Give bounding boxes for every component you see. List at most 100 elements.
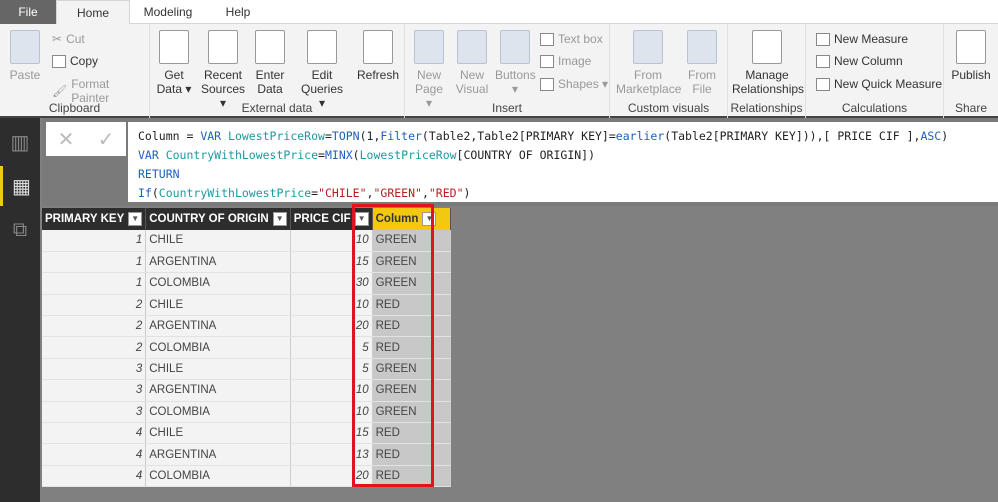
filter-dropdown-icon[interactable]: ▼ [354,212,369,226]
edit-table-icon [307,30,337,64]
cancel-icon[interactable]: ✕ [58,127,75,152]
formula-token: (1, [359,129,381,143]
ribbon: Paste ✂ Cut Copy 🖌 Format Painter Clipboar… [0,24,998,118]
group-label: External data [241,101,313,115]
table-cell[interactable]: COLOMBIA [145,401,291,424]
table-cell[interactable]: CHILE [145,422,291,445]
new-measure-button[interactable]: New Measure [816,32,908,46]
table-cell[interactable]: 2 [42,336,147,359]
tab-help[interactable]: Help [218,0,258,24]
table-cell[interactable]: RED [372,422,451,445]
column-header[interactable]: PRIMARY KEY ▼ [42,208,147,230]
table-cell[interactable]: 1 [42,272,147,295]
new-page-button[interactable]: New Page ▾ [411,30,447,110]
table-row: 4 ARGENTINA 13 RED [42,443,451,466]
table-cell[interactable]: RED [372,443,451,466]
column-header[interactable]: COUNTRY OF ORIGIN ▼ [145,208,291,230]
group-share: Publish Share [944,24,998,118]
table-cell[interactable]: 15 [290,422,373,445]
table-cell[interactable]: 10 [290,379,373,402]
get-data-button[interactable]: Get Data ▾ [156,30,192,96]
table-cell[interactable]: GREEN [372,358,451,381]
table-cell[interactable]: 15 [290,251,373,274]
table-cell[interactable]: GREEN [372,251,451,274]
table-cell[interactable]: GREEN [372,272,451,295]
table-cell[interactable]: 13 [290,443,373,466]
relationships-view-icon[interactable]: ⧉ [0,210,40,250]
table-cell[interactable]: 30 [290,272,373,295]
table-cell[interactable]: 10 [290,230,373,252]
tab-home[interactable]: Home [56,0,130,25]
table-cell[interactable]: RED [372,294,451,317]
buttons-button[interactable]: Buttons ▾ [495,30,536,96]
publish-button[interactable]: Publish [948,30,994,82]
image-button[interactable]: Image [540,54,591,68]
table-cell[interactable]: 5 [290,358,373,381]
table-cell[interactable]: GREEN [372,401,451,424]
group-calculations: New Measure New Column New Quick Measure… [806,24,944,118]
report-view-icon[interactable]: ▥ [0,122,40,162]
filter-dropdown-icon[interactable]: ▼ [272,212,287,226]
table-cell[interactable]: COLOMBIA [145,465,291,488]
commit-icon[interactable]: ✓ [98,127,115,152]
table-cell[interactable]: ARGENTINA [145,251,291,274]
table-cell[interactable]: 3 [42,379,147,402]
recent-sources-button[interactable]: Recent Sources ▾ [200,30,246,110]
table-cell[interactable]: 4 [42,443,147,466]
table-cell[interactable]: 4 [42,465,147,488]
from-file-button[interactable]: From File [684,30,720,96]
tab-modeling[interactable]: Modeling [138,0,198,24]
table-cell[interactable]: COLOMBIA [145,336,291,359]
table-cell[interactable]: GREEN [372,230,451,252]
table-cell[interactable]: RED [372,336,451,359]
table-cell[interactable]: CHILE [145,294,291,317]
formula-token: ) [463,186,471,200]
paste-button[interactable]: Paste [6,30,44,82]
manage-relationships-button[interactable]: Manage Relationships [732,30,804,96]
copy-button[interactable]: Copy [52,54,98,68]
formula-token: CountryWithLowestPrice [165,148,319,162]
new-column-button[interactable]: New Column [816,54,903,68]
enter-data-button[interactable]: Enter Data [252,30,288,96]
table-cell[interactable]: CHILE [145,230,291,252]
table-cell[interactable]: 1 [42,251,147,274]
table-cell[interactable]: CHILE [145,358,291,381]
table-cell[interactable]: COLOMBIA [145,272,291,295]
table-cell[interactable]: 2 [42,294,147,317]
cut-button[interactable]: ✂ Cut [52,32,85,46]
table-cell[interactable]: 10 [290,401,373,424]
table-cell[interactable]: RED [372,465,451,488]
filter-dropdown-icon[interactable]: ▼ [128,212,143,226]
table-cell[interactable]: 20 [290,465,373,488]
filter-dropdown-icon[interactable]: ▼ [422,212,437,226]
formula-token: = [324,129,332,143]
table-cell[interactable]: ARGENTINA [145,315,291,338]
from-marketplace-button[interactable]: From Marketplace [616,30,681,96]
formula-token: VAR [138,148,166,162]
text-box-button[interactable]: Text box [540,32,603,46]
new-visual-button[interactable]: New Visual [453,30,491,96]
table-cell[interactable]: 3 [42,401,147,424]
table-cell[interactable]: 5 [290,336,373,359]
tab-file[interactable]: File [0,0,56,24]
table-cell[interactable]: 2 [42,315,147,338]
data-view-icon[interactable]: ▦ [0,166,40,206]
table-cell[interactable]: ARGENTINA [145,379,291,402]
table-cell[interactable]: GREEN [372,379,451,402]
table-cell[interactable]: 3 [42,358,147,381]
table-cell[interactable]: 20 [290,315,373,338]
edit-queries-button[interactable]: Edit Queries ▾ [300,30,344,110]
refresh-button[interactable]: Refresh [356,30,400,82]
formula-token: CountryWithLowestPrice [158,186,312,200]
table-cell[interactable]: 10 [290,294,373,317]
table-cell[interactable]: 4 [42,422,147,445]
shapes-button[interactable]: Shapes ▾ [540,77,608,91]
table-cell[interactable]: RED [372,315,451,338]
column-header[interactable]: Column ▼ [372,208,451,230]
formula-input[interactable]: Column = VAR LowestPriceRow=TOPN(1,Filte… [128,122,998,202]
table-cell[interactable]: 1 [42,230,147,252]
formula-token: earlier [615,129,665,143]
column-header[interactable]: PRICE CIF ▼ [290,208,373,230]
table-cell[interactable]: ARGENTINA [145,443,291,466]
new-quick-measure-button[interactable]: New Quick Measure [816,77,942,91]
